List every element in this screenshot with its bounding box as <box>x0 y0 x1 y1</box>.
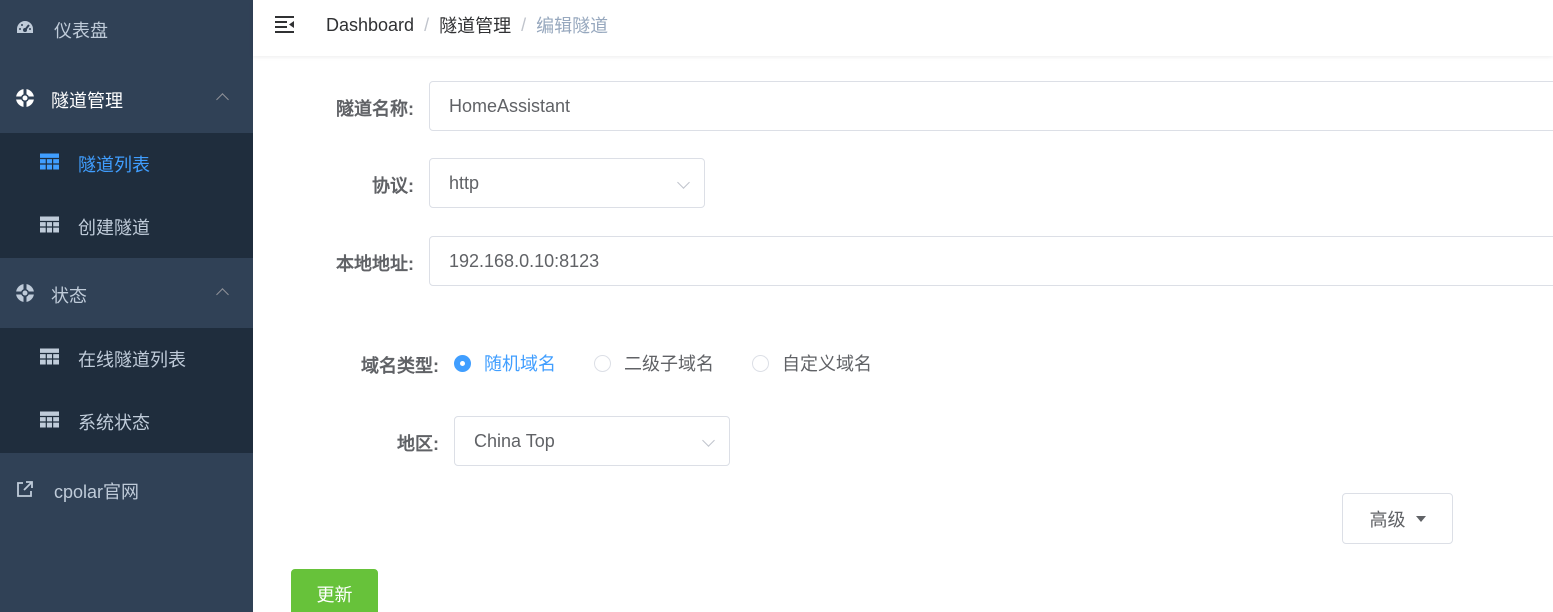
dashboard-icon <box>15 18 35 38</box>
menu-label-dashboard: 仪表盘 <box>54 21 108 41</box>
menu-item-status[interactable]: 状态 <box>0 265 253 321</box>
breadcrumb: Dashboard / 隧道管理 / 编辑隧道 <box>326 12 608 38</box>
radio-dot <box>454 354 471 372</box>
region-label: 地区: <box>397 434 439 454</box>
sidebar-label-tunnel-list: 隧道列表 <box>78 155 150 175</box>
top-navbar: Dashboard / 隧道管理 / 编辑隧道 <box>253 0 1553 56</box>
menu-label-cpolar-website: cpolar官网 <box>54 482 140 502</box>
breadcrumb-current: 编辑隧道 <box>536 16 609 36</box>
caret-down-icon <box>1415 515 1426 522</box>
radio-label-subdomain: 二级子域名 <box>624 354 714 374</box>
radio-dot <box>752 354 769 372</box>
radio-label-random-domain: 随机域名 <box>484 354 556 374</box>
sidebar-item-create-tunnel[interactable]: 创建隧道 <box>0 196 253 258</box>
table-icon <box>40 153 59 175</box>
radio-dot <box>594 354 611 372</box>
lifebuoy-icon <box>15 283 35 303</box>
region-value: China Top <box>474 430 555 451</box>
sidebar-label-create-tunnel: 创建隧道 <box>78 218 150 238</box>
tunnel-name-value: HomeAssistant <box>449 95 571 116</box>
update-label: 更新 <box>316 585 353 605</box>
update-button[interactable]: 更新 <box>291 569 378 612</box>
menu-item-tunnel-management[interactable]: 隧道管理 <box>0 70 253 126</box>
table-icon <box>40 348 59 370</box>
domain-type-label: 域名类型: <box>361 356 439 376</box>
sidebar-label-system-status: 系统状态 <box>78 413 150 433</box>
chevron-up-icon <box>216 288 229 301</box>
advanced-label: 高级 <box>1369 509 1406 530</box>
sidebar-label-online-tunnels: 在线隧道列表 <box>78 350 186 370</box>
table-icon <box>40 216 59 238</box>
sidebar-item-online-tunnels[interactable]: 在线隧道列表 <box>0 328 253 390</box>
protocol-label: 协议: <box>372 176 414 196</box>
hamburger-menu-icon[interactable] <box>274 14 296 36</box>
domain-type-radio-group: 随机域名 二级子域名 自定义域名 <box>454 351 910 375</box>
protocol-value: http <box>449 172 480 193</box>
breadcrumb-tunnel-management[interactable]: 隧道管理 <box>439 12 511 38</box>
radio-label-custom-domain: 自定义域名 <box>782 354 872 374</box>
menu-label-status: 状态 <box>51 286 87 306</box>
local-address-value: 192.168.0.10:8123 <box>449 250 600 271</box>
chevron-down-icon <box>677 176 690 189</box>
local-address-label: 本地地址: <box>336 254 414 274</box>
advanced-dropdown-button[interactable]: 高级 <box>1342 493 1453 544</box>
sidebar: 仪表盘 隧道管理 隧道列表 创建隧道 状态 在线隧道列表 系统状态 cpolar… <box>0 0 253 612</box>
chevron-down-icon <box>702 434 715 447</box>
sidebar-item-tunnel-list[interactable]: 隧道列表 <box>0 133 253 195</box>
tunnel-name-label: 隧道名称: <box>336 99 414 119</box>
table-icon <box>40 411 59 433</box>
external-link-icon <box>15 479 35 499</box>
region-select[interactable]: China Top <box>454 416 730 466</box>
chevron-up-icon <box>216 93 229 106</box>
radio-subdomain[interactable]: 二级子域名 <box>594 350 714 376</box>
radio-random-domain[interactable]: 随机域名 <box>454 350 556 376</box>
sidebar-item-system-status[interactable]: 系统状态 <box>0 391 253 453</box>
local-address-input[interactable]: 192.168.0.10:8123 <box>429 236 1553 286</box>
breadcrumb-separator: / <box>424 14 430 35</box>
protocol-select[interactable]: http <box>429 158 705 208</box>
breadcrumb-dashboard[interactable]: Dashboard <box>326 15 414 36</box>
menu-item-cpolar-website[interactable]: cpolar官网 <box>0 461 253 517</box>
lifebuoy-icon <box>15 88 35 108</box>
menu-item-dashboard[interactable]: 仪表盘 <box>0 0 253 56</box>
tunnel-name-input[interactable]: HomeAssistant <box>429 81 1553 131</box>
radio-custom-domain[interactable]: 自定义域名 <box>752 350 872 376</box>
menu-label-tunnel-management: 隧道管理 <box>51 91 123 111</box>
breadcrumb-separator: / <box>521 14 527 35</box>
